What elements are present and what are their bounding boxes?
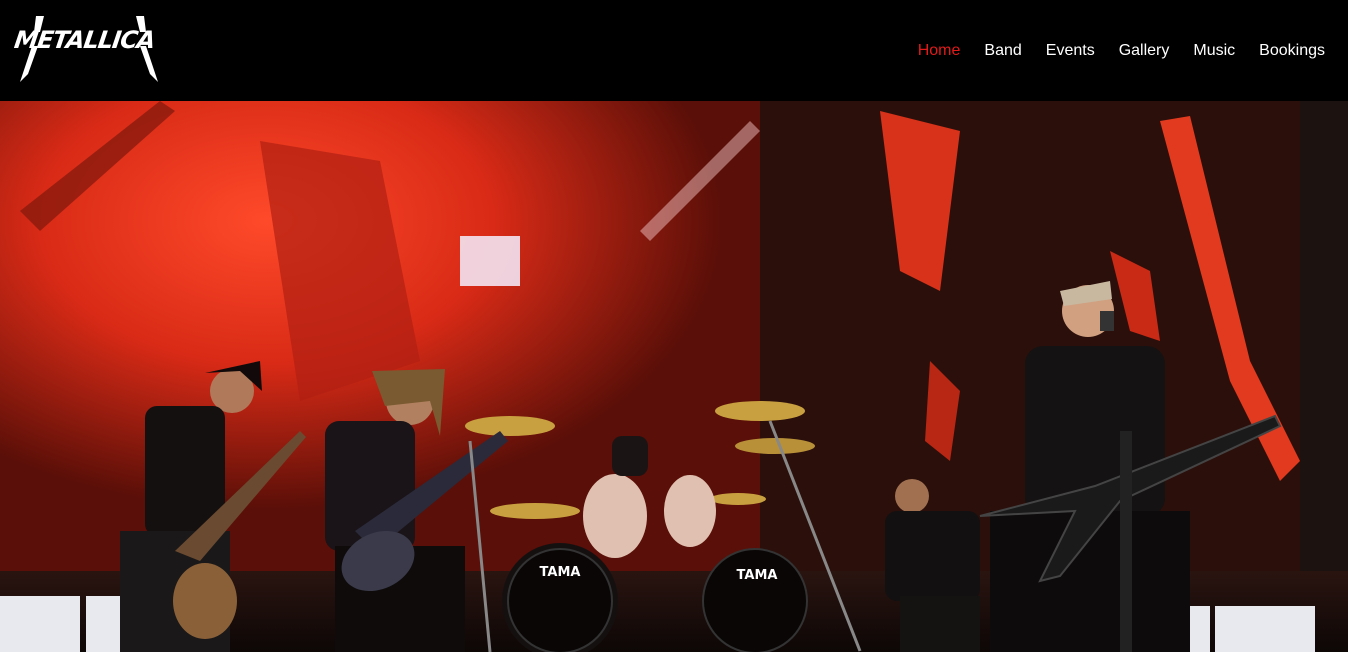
nav-home-link[interactable]: Home: [918, 41, 961, 61]
nav-music-link[interactable]: Music: [1193, 41, 1235, 61]
top-navbar: METALLICA Home Band Events Gallery Music…: [0, 0, 1348, 101]
concert-photo: TAMA TAMA: [0, 101, 1348, 652]
bass-drum-brand-2: TAMA: [737, 568, 778, 583]
hero-concert-image: TAMA TAMA: [0, 101, 1348, 652]
bass-drum-brand: TAMA: [540, 565, 581, 580]
nav-gallery-link[interactable]: Gallery: [1119, 41, 1170, 61]
logo-wordmark: METALLICA: [14, 26, 156, 54]
metallica-logo[interactable]: METALLICA: [14, 8, 164, 92]
main-nav: Home Band Events Gallery Music Bookings: [894, 0, 1325, 101]
nav-bookings-link[interactable]: Bookings: [1259, 41, 1325, 61]
nav-band-link[interactable]: Band: [984, 41, 1021, 61]
nav-events-link[interactable]: Events: [1046, 41, 1095, 61]
